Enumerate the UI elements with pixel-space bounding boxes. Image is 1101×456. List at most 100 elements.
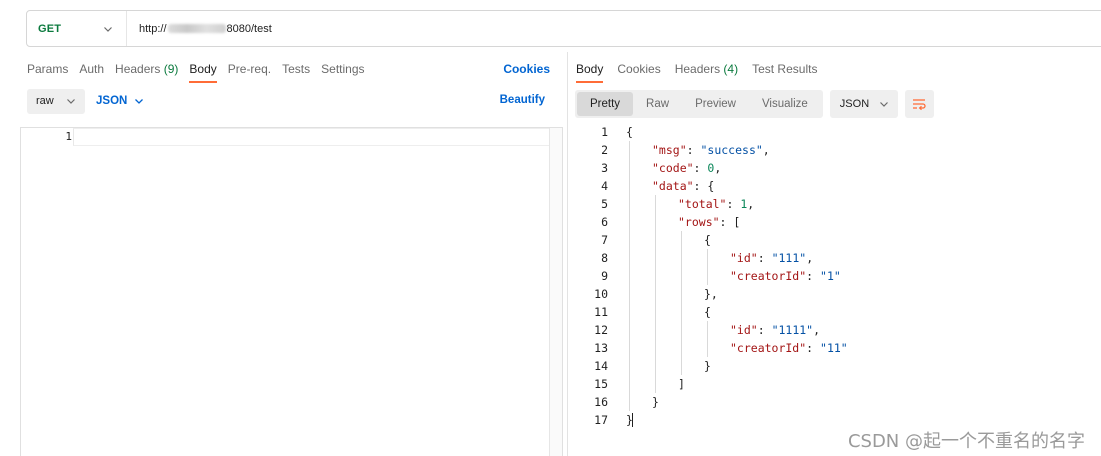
url-input[interactable]: http:// 8080/test xyxy=(127,23,272,35)
req-tab-tests[interactable]: Tests xyxy=(282,57,310,83)
view-mode-preview[interactable]: Preview xyxy=(682,92,749,116)
res-tab-body[interactable]: Body xyxy=(576,57,604,83)
chevron-down-icon xyxy=(135,99,144,104)
req-tab-params[interactable]: Params xyxy=(27,57,68,83)
line-number: 16 xyxy=(594,395,608,409)
tab-label: Body xyxy=(576,62,604,76)
json-key: "id" xyxy=(730,323,758,337)
response-tabs: Body Cookies Headers (4) Test Results xyxy=(576,57,1096,83)
json-key: "total" xyxy=(678,197,727,211)
line-number: 6 xyxy=(601,215,608,229)
chevron-down-icon xyxy=(67,99,75,104)
pane-divider[interactable] xyxy=(567,52,568,456)
code-text: "data": { xyxy=(652,177,714,195)
code-text: { xyxy=(704,303,711,321)
json-punct: : xyxy=(693,161,708,175)
tab-label: Body xyxy=(189,62,217,76)
res-tab-test-results[interactable]: Test Results xyxy=(752,57,817,83)
indent-guide xyxy=(655,195,656,213)
line-number: 15 xyxy=(594,377,608,391)
code-line: 14} xyxy=(575,357,1095,375)
response-toolbar: Pretty Raw Preview Visualize JSON xyxy=(575,90,934,118)
line-number: 1 xyxy=(601,125,608,139)
indent-guide xyxy=(629,177,630,195)
indent-guide xyxy=(629,339,630,357)
json-punct: : xyxy=(806,341,821,355)
indent-guide xyxy=(655,357,656,375)
json-punct: : xyxy=(686,143,701,157)
request-tabs: Params Auth Headers (9) Body Pre-req. Tests Se… xyxy=(27,57,552,83)
watermark: CSDN @起一个不重名的名字 xyxy=(847,431,1085,452)
json-string: "1" xyxy=(820,269,841,283)
line-number: 2 xyxy=(601,143,608,157)
code-text: "code": 0, xyxy=(652,159,721,177)
json-punct: : [ xyxy=(719,215,741,229)
json-punct: , xyxy=(762,143,770,157)
indent-guide xyxy=(629,321,630,339)
indent-guide xyxy=(629,375,630,393)
json-punct: : xyxy=(726,197,741,211)
indent-guide xyxy=(629,231,630,249)
method-label: GET xyxy=(38,22,62,35)
indent-guide xyxy=(655,303,656,321)
json-key: "rows" xyxy=(678,215,720,229)
response-format-label: JSON xyxy=(839,98,870,110)
res-tab-cookies[interactable]: Cookies xyxy=(617,57,660,83)
indent-guide xyxy=(629,213,630,231)
indent-guide xyxy=(629,249,630,267)
req-tab-auth[interactable]: Auth xyxy=(79,57,104,83)
cookies-link[interactable]: Cookies xyxy=(503,62,550,76)
body-mode-label: raw xyxy=(36,95,54,107)
indent-guide xyxy=(681,303,682,321)
code-text: "total": 1, xyxy=(678,195,754,213)
json-string: "1111" xyxy=(771,323,814,337)
req-tab-settings[interactable]: Settings xyxy=(321,57,364,83)
beautify-button[interactable]: Beautify xyxy=(500,94,545,106)
json-key: "code" xyxy=(652,161,694,175)
body-language-select[interactable]: JSON xyxy=(96,95,145,107)
view-mode-pretty[interactable]: Pretty xyxy=(577,92,634,116)
req-tab-body[interactable]: Body xyxy=(189,57,218,83)
response-body-viewer[interactable]: 1 {2 "msg": "success", 3 "code": 0, 4 "data": … xyxy=(575,123,1095,433)
tab-count: (4) xyxy=(723,62,739,76)
editor-gutter: 1 xyxy=(21,128,73,456)
code-text: "creatorId": "11" xyxy=(730,339,848,357)
json-punct: } xyxy=(704,359,711,373)
res-tab-headers[interactable]: Headers (4) xyxy=(675,57,738,83)
indent-guide xyxy=(681,231,682,249)
body-mode-select[interactable]: raw xyxy=(27,88,85,114)
view-mode-raw[interactable]: Raw xyxy=(633,92,682,116)
code-text: ] xyxy=(678,375,685,393)
code-text: "id": "111", xyxy=(730,249,813,267)
json-punct: : xyxy=(806,269,821,283)
line-number: 8 xyxy=(601,251,608,265)
request-body-editor[interactable]: 1 xyxy=(20,127,563,456)
method-select[interactable]: GET xyxy=(27,11,127,46)
line-number: 4 xyxy=(601,179,608,193)
json-punct: : { xyxy=(693,179,715,193)
json-punct: { xyxy=(704,233,711,247)
chevron-down-icon xyxy=(879,102,888,107)
line-number: 5 xyxy=(601,197,608,211)
json-punct: { xyxy=(626,125,633,139)
indent-guide xyxy=(655,231,656,249)
body-language-label: JSON xyxy=(96,95,128,107)
code-line: 2 "msg": "success", xyxy=(575,141,1095,159)
wrap-lines-button[interactable] xyxy=(904,90,934,118)
req-tab-pre-req[interactable]: Pre-req. xyxy=(228,57,271,83)
indent-guide xyxy=(681,357,682,375)
view-mode-visualize[interactable]: Visualize xyxy=(749,92,821,116)
req-tab-headers[interactable]: Headers (9) xyxy=(115,57,178,83)
code-line: 3 "code": 0, xyxy=(575,159,1095,177)
response-format-select[interactable]: JSON xyxy=(829,90,898,118)
body-options: raw JSON Beautify xyxy=(27,88,552,114)
json-punct: , xyxy=(813,323,821,337)
json-string: "111" xyxy=(771,251,807,265)
indent-guide xyxy=(655,213,656,231)
editor-scrollbar[interactable] xyxy=(549,128,562,456)
indent-guide xyxy=(629,393,630,411)
json-string: "11" xyxy=(820,341,848,355)
indent-guide xyxy=(681,339,682,357)
indent-guide xyxy=(655,339,656,357)
json-punct: , xyxy=(806,251,814,265)
